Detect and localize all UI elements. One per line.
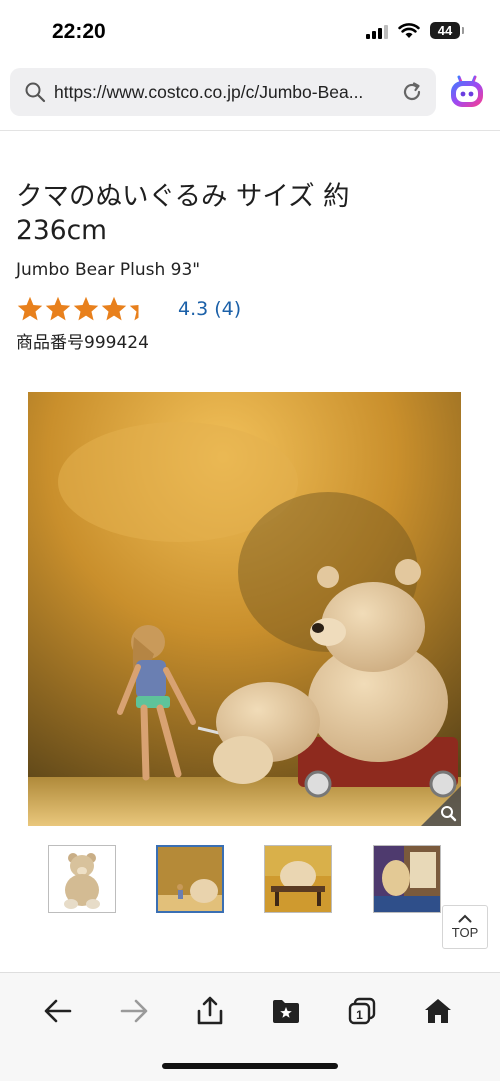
- divider: [0, 130, 500, 131]
- back-icon: [44, 999, 72, 1023]
- forward-icon: [120, 999, 148, 1023]
- reload-icon[interactable]: [400, 80, 424, 104]
- back-to-top-label: TOP: [451, 925, 479, 940]
- assistant-icon[interactable]: [448, 72, 486, 110]
- status-icons: 44: [366, 22, 464, 39]
- hero-photo: [28, 392, 461, 826]
- share-button[interactable]: [188, 991, 232, 1031]
- bear-indoor-thumbnail-image: [374, 846, 440, 912]
- back-button[interactable]: [36, 991, 80, 1031]
- address-bar[interactable]: https://www.costco.co.jp/c/Jumbo-Bea...: [10, 68, 436, 116]
- bear-on-bench-thumbnail-image: [265, 846, 331, 912]
- product-main-image[interactable]: [28, 392, 461, 826]
- star-icon: [17, 296, 43, 321]
- chevron-up-icon: [458, 914, 472, 923]
- url-text[interactable]: https://www.costco.co.jp/c/Jumbo-Bea...: [54, 82, 394, 103]
- star-icon: [73, 296, 99, 321]
- status-time: 22:20: [52, 20, 106, 43]
- bookmarks-icon: [273, 1000, 299, 1023]
- star-rating: [16, 295, 156, 323]
- bookmarks-button[interactable]: [264, 991, 308, 1031]
- rating-count-link[interactable]: 4.3 (4): [178, 298, 241, 320]
- tabs-icon: 1: [348, 997, 376, 1025]
- zoom-icon[interactable]: [421, 786, 461, 826]
- product-title: クマのぬいぐるみ サイズ 約 236cm: [16, 181, 350, 246]
- bear-thumbnail-image: [49, 846, 115, 912]
- wifi-icon: [398, 22, 420, 38]
- home-button[interactable]: [416, 991, 460, 1031]
- forward-button[interactable]: [112, 991, 156, 1031]
- item-number: 商品番号999424: [16, 333, 149, 353]
- back-to-top-button[interactable]: TOP: [442, 905, 488, 949]
- home-indicator: [162, 1063, 338, 1069]
- status-bar: 22:20 44: [0, 0, 500, 64]
- girl-and-bear-thumbnail-image: [158, 847, 222, 911]
- rating-row: 4.3 (4): [16, 294, 241, 324]
- tabs-button[interactable]: 1: [340, 991, 384, 1031]
- cellular-signal-icon: [366, 23, 388, 39]
- battery-icon: 44: [430, 22, 464, 39]
- tab-count: 1: [356, 1008, 363, 1022]
- thumbnail-4[interactable]: [373, 845, 441, 913]
- partial-star-icon: [129, 305, 139, 321]
- star-icon: [101, 296, 127, 321]
- home-icon: [425, 999, 451, 1023]
- search-icon: [25, 82, 46, 103]
- thumbnail-strip: [0, 845, 500, 915]
- product-subtitle: Jumbo Bear Plush 93": [16, 260, 201, 280]
- share-icon: [197, 996, 223, 1025]
- thumbnail-2[interactable]: [156, 845, 224, 913]
- thumbnail-1[interactable]: [48, 845, 116, 913]
- star-icon: [45, 296, 71, 321]
- thumbnail-3[interactable]: [264, 845, 332, 913]
